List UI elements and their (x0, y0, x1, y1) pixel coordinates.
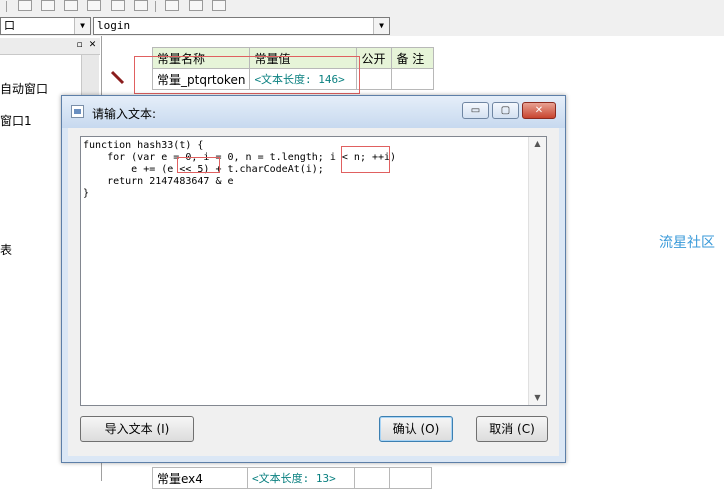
constant-name-cell[interactable]: 常量ex4 (152, 467, 248, 489)
window-combo-value: 口 (4, 19, 15, 32)
note-cell[interactable] (391, 68, 435, 90)
toolbar-separator (155, 1, 156, 12)
left-panel-header: ▫ ✕ (0, 38, 100, 55)
editor-scrollbar[interactable]: ▲ ▼ (528, 137, 546, 405)
dialog-title: 请输入文本: (92, 107, 157, 121)
event-combo[interactable]: login ▼ (93, 17, 390, 35)
same-size-icon[interactable] (212, 0, 226, 11)
pin-icon[interactable]: ▫ (75, 41, 84, 50)
public-cell[interactable] (356, 68, 393, 90)
align-left-icon[interactable] (18, 0, 32, 11)
same-height-icon[interactable] (189, 0, 203, 11)
column-header: 公开 (356, 47, 393, 69)
dropdown-arrow-icon[interactable]: ▼ (74, 18, 90, 34)
dialog-titlebar[interactable]: 请输入文本: ▭ ▢ ✕ (62, 96, 565, 128)
scroll-up-icon[interactable]: ▲ (529, 137, 546, 151)
text-editor[interactable]: function hash33(t) { for (var e = 0, i =… (80, 136, 547, 406)
public-cell[interactable] (354, 467, 390, 489)
dialog-body: function hash33(t) { for (var e = 0, i =… (68, 128, 559, 456)
app-icon (71, 105, 84, 118)
toolbar (0, 0, 724, 15)
table-row[interactable]: 常量ex4 <文本长度: 13> (152, 467, 432, 489)
column-header: 备 注 (391, 47, 435, 69)
ok-button[interactable]: 确认 (O) (379, 416, 453, 442)
highlight-box (177, 157, 220, 173)
minimize-button[interactable]: ▭ (462, 102, 489, 119)
toolbar-separator (6, 1, 7, 12)
note-cell[interactable] (389, 467, 432, 489)
import-text-button[interactable]: 导入文本 (I) (80, 416, 194, 442)
constant-value-cell[interactable]: <文本长度: 13> (247, 467, 355, 489)
close-button[interactable]: ✕ (522, 102, 556, 119)
space-vertical-icon[interactable] (134, 0, 148, 11)
align-right-icon[interactable] (64, 0, 78, 11)
event-combo-value: login (97, 19, 131, 32)
align-center-icon[interactable] (41, 0, 55, 11)
text-input-dialog: 请输入文本: ▭ ▢ ✕ function hash33(t) { for (v… (61, 95, 566, 463)
tree-item[interactable]: 自动窗口 (0, 80, 48, 97)
tree-item[interactable]: 表 (0, 241, 12, 258)
highlight-box (134, 56, 360, 94)
close-icon[interactable]: ✕ (88, 41, 97, 50)
window-combo[interactable]: 口 ▼ (0, 17, 91, 35)
highlight-box (341, 146, 390, 173)
space-horizontal-icon[interactable] (111, 0, 125, 11)
tree-item[interactable]: 窗口1 (0, 112, 32, 129)
constants-table-continued: 常量ex4 <文本长度: 13> (152, 467, 432, 489)
watermark-text: 流星社区 (659, 235, 715, 251)
maximize-button[interactable]: ▢ (492, 102, 519, 119)
align-top-icon[interactable] (87, 0, 101, 11)
cancel-button[interactable]: 取消 (C) (476, 416, 548, 442)
dropdown-arrow-icon[interactable]: ▼ (373, 18, 389, 34)
scroll-down-icon[interactable]: ▼ (529, 391, 546, 405)
pencil-icon (110, 70, 125, 85)
combo-row: 口 ▼ login ▼ (0, 14, 724, 36)
same-width-icon[interactable] (165, 0, 179, 11)
